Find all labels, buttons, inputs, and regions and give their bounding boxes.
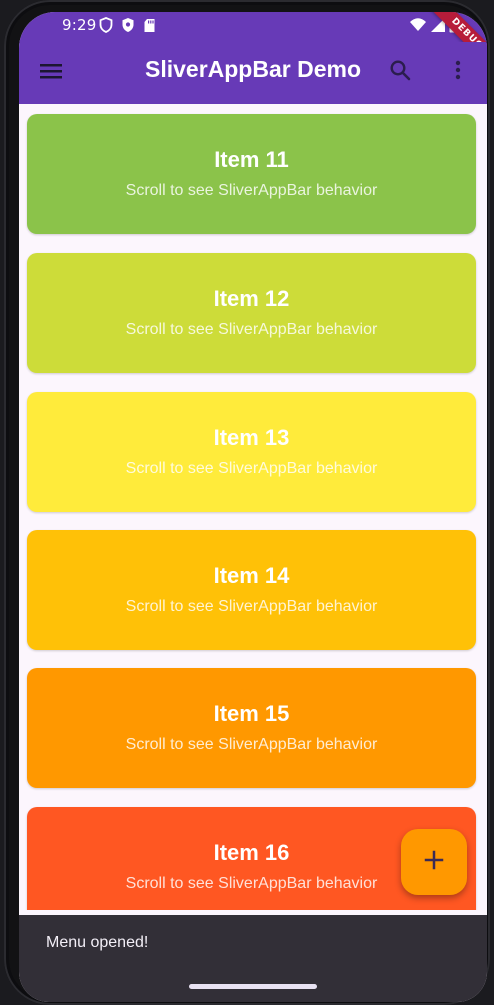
snackbar-message: Menu opened! [46,934,149,951]
phone-frame: 9:29 DEBUG SliverAppBar Demo Item 11 Scr… [4,0,490,1005]
item-title: Item 12 [213,286,290,311]
search-icon [388,58,412,86]
item-title: Item 13 [213,425,290,450]
item-subtitle: Scroll to see SliverAppBar behavior [125,321,378,338]
item-subtitle: Scroll to see SliverAppBar behavior [125,598,378,615]
plus-icon [424,850,444,874]
add-fab-button[interactable] [401,829,467,895]
sd-card-icon [143,18,156,37]
page-title: SliverAppBar Demo [144,56,361,82]
item-subtitle: Scroll to see SliverAppBar behavior [125,460,378,477]
status-icons-left [99,17,156,37]
wifi-icon [409,17,427,37]
status-time: 9:29 [62,16,97,34]
more-options-button[interactable] [444,58,472,86]
screen: 9:29 DEBUG SliverAppBar Demo Item 11 Scr… [19,12,487,1002]
item-title: Item 14 [213,563,290,588]
app-bar: SliverAppBar Demo [19,42,487,104]
list-item[interactable]: Item 11 Scroll to see SliverAppBar behav… [27,114,476,234]
more-vertical-icon [454,58,462,86]
list-item[interactable]: Item 13 Scroll to see SliverAppBar behav… [27,392,476,512]
status-bar: 9:29 DEBUG [19,12,487,79]
play-protect-icon [121,17,135,37]
list-item[interactable]: Item 12 Scroll to see SliverAppBar behav… [27,253,476,373]
item-list[interactable]: Item 11 Scroll to see SliverAppBar behav… [19,104,487,910]
list-item[interactable]: Item 15 Scroll to see SliverAppBar behav… [27,668,476,788]
snackbar: Menu opened! [19,915,487,1002]
search-button[interactable] [386,58,414,86]
item-subtitle: Scroll to see SliverAppBar behavior [125,182,378,199]
item-subtitle: Scroll to see SliverAppBar behavior [125,736,378,753]
item-title: Item 11 [214,147,289,172]
shield-icon [99,17,113,37]
item-title: Item 15 [213,701,290,726]
list-item[interactable]: Item 14 Scroll to see SliverAppBar behav… [27,530,476,650]
home-indicator[interactable] [189,984,317,989]
